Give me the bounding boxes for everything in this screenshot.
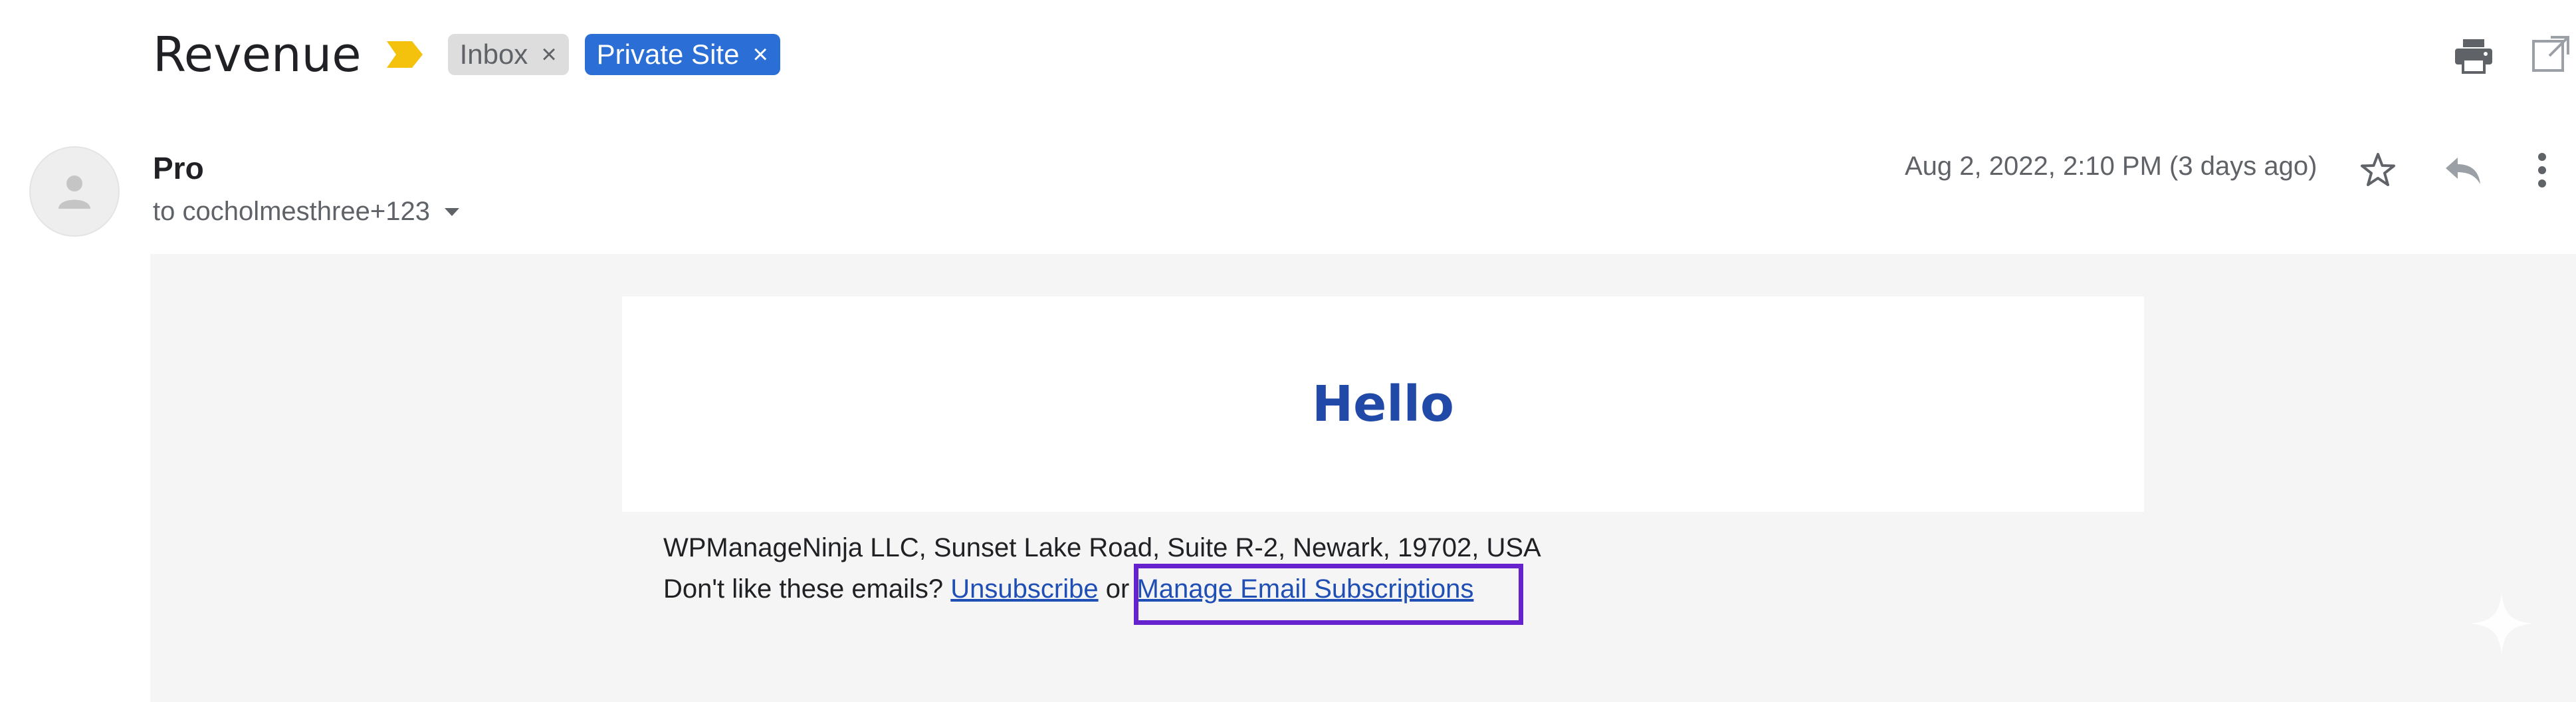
sparkle-icon: [2468, 590, 2535, 657]
or-text: or: [1105, 574, 1130, 604]
email-greeting: Hello: [1312, 376, 1454, 433]
label-chip-inbox: Inbox ×: [447, 34, 569, 75]
email-hero-card: Hello: [622, 296, 2144, 512]
message-date: Aug 2, 2022, 2:10 PM (3 days ago): [1905, 152, 2317, 181]
more-options-icon[interactable]: [2525, 150, 2559, 190]
star-icon[interactable]: [2358, 150, 2398, 190]
company-address: WPManageNinja LLC, Sunset Lake Road, Sui…: [663, 533, 1541, 562]
email-view: Revenue Inbox × Private Site × Pro to co…: [0, 0, 2576, 702]
sender-name[interactable]: Pro: [153, 150, 204, 186]
open-in-new-window-icon[interactable]: [2529, 33, 2572, 76]
remove-label-private-site-button[interactable]: ×: [752, 41, 768, 68]
highlight-box: [1134, 564, 1523, 625]
recipients-dropdown-icon[interactable]: [443, 207, 461, 217]
reply-icon[interactable]: [2443, 150, 2483, 190]
email-subject: Revenue: [153, 27, 362, 82]
label-chip-inbox-text: Inbox: [459, 39, 528, 70]
remove-label-inbox-button[interactable]: ×: [541, 41, 556, 68]
recipients-row[interactable]: to cocholmesthree+123: [153, 197, 461, 227]
print-icon[interactable]: [2452, 35, 2495, 77]
recipients-text: to cocholmesthree+123: [153, 197, 430, 226]
important-marker-icon[interactable]: [385, 40, 424, 69]
unsubscribe-prompt: Don't like these emails?: [663, 574, 944, 604]
sender-avatar[interactable]: [29, 146, 120, 237]
label-chip-private-site-text: Private Site: [596, 39, 740, 70]
subject-row: Revenue Inbox × Private Site ×: [153, 23, 796, 86]
avatar-icon: [58, 176, 90, 209]
unsubscribe-link[interactable]: Unsubscribe: [950, 574, 1098, 604]
label-chip-private-site: Private Site ×: [584, 34, 780, 75]
